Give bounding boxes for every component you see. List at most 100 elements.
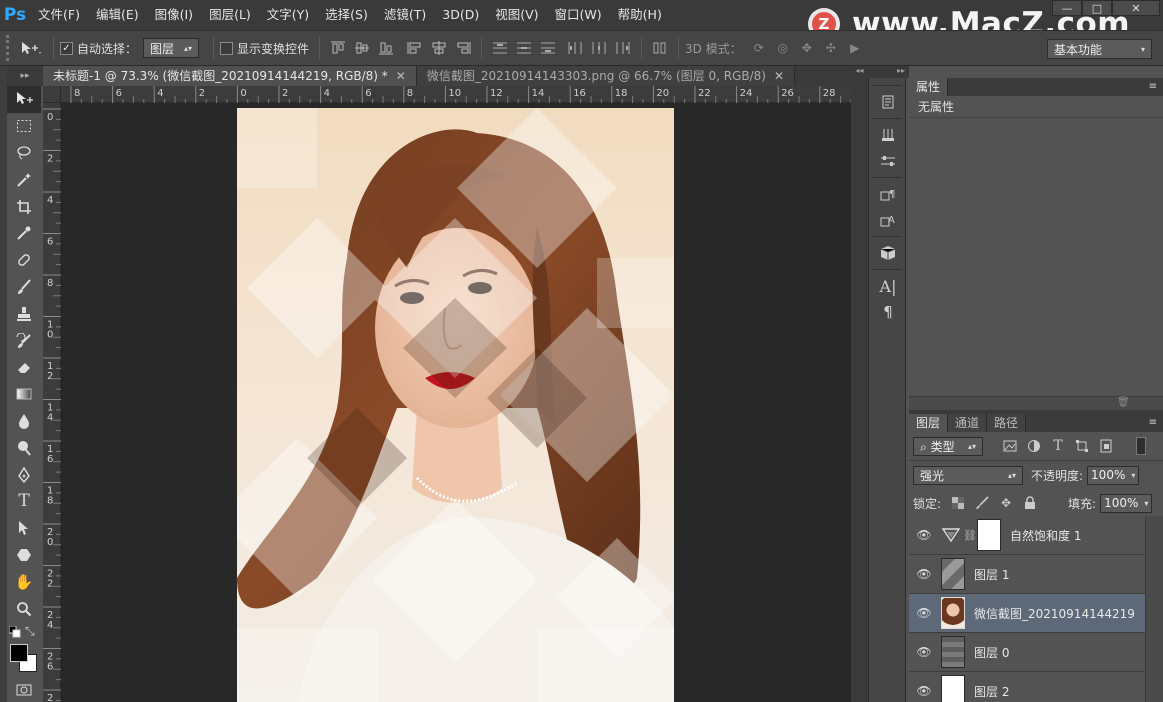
menu-3d[interactable]: 3D(D) (434, 0, 487, 30)
auto-select-checkbox[interactable]: ✓ (60, 41, 73, 55)
show-transform-checkbox[interactable] (220, 41, 234, 55)
minimize-button[interactable]: — (1052, 0, 1082, 16)
workspace-dropdown[interactable]: 基本功能 ▾ (1047, 39, 1152, 59)
auto-align-layers-icon[interactable] (651, 39, 669, 57)
filter-adjustment-layers-icon[interactable] (1025, 437, 1043, 455)
close-tab-icon[interactable]: ✕ (396, 69, 406, 83)
layer-row-layer-0[interactable]: 👁 图层 0 (909, 633, 1145, 672)
layer-mask-thumbnail[interactable] (977, 519, 1001, 551)
quick-mask-icon[interactable] (7, 680, 41, 700)
move-tool-icon[interactable] (7, 86, 41, 113)
menu-file[interactable]: 文件(F) (30, 0, 88, 30)
vertical-ruler[interactable]: 0246810121416182022242628 (43, 103, 61, 702)
trash-icon[interactable]: 🗑 (1117, 397, 1130, 408)
align-top-edges-icon[interactable] (329, 39, 347, 57)
tool-presets-icon[interactable] (869, 122, 907, 148)
expand-panels-icon[interactable]: ◂◂ (851, 66, 868, 78)
shape-tool-icon[interactable] (7, 542, 41, 569)
layer-row-wechat-screenshot[interactable]: 👁 微信截图_20210914144219 (909, 594, 1145, 633)
align-bottom-edges-icon[interactable] (377, 39, 395, 57)
lock-all-icon[interactable] (1021, 494, 1039, 512)
tab-properties[interactable]: 属性 (909, 78, 949, 96)
character-styles-icon[interactable]: A (869, 207, 907, 233)
menu-type[interactable]: 文字(Y) (259, 0, 317, 30)
canvas-area[interactable] (61, 103, 851, 702)
lasso-tool-icon[interactable] (7, 140, 41, 167)
menu-view[interactable]: 视图(V) (487, 0, 546, 30)
3d-rotate-icon[interactable]: ⟳ (750, 39, 768, 57)
tab-layers[interactable]: 图层 (909, 414, 949, 432)
filter-toggle-switch[interactable] (1136, 437, 1146, 455)
menu-window[interactable]: 窗口(W) (547, 0, 610, 30)
swap-colors-icon[interactable]: ⤡ (25, 624, 35, 639)
move-tool-preset-icon[interactable] (18, 39, 44, 57)
close-tab-icon[interactable]: ✕ (774, 69, 784, 83)
distribute-right-icon[interactable] (614, 39, 632, 57)
distribute-left-icon[interactable] (566, 39, 584, 57)
menu-image[interactable]: 图像(I) (147, 0, 201, 30)
3d-roll-icon[interactable]: ◎ (774, 39, 792, 57)
opacity-input[interactable]: 100% ▾ (1087, 465, 1140, 485)
brush-tool-icon[interactable] (7, 274, 41, 301)
ruler-origin[interactable] (43, 86, 61, 103)
align-right-edges-icon[interactable] (454, 39, 472, 57)
menu-filter[interactable]: 滤镜(T) (376, 0, 434, 30)
visibility-eye-icon[interactable]: 👁 (909, 606, 939, 620)
align-vertical-centers-icon[interactable] (353, 39, 371, 57)
eraser-tool-icon[interactable] (7, 354, 41, 381)
type-tool-icon[interactable]: T (7, 488, 41, 515)
collapse-panels-icon[interactable]: ▸▸ (868, 66, 909, 78)
dodge-tool-icon[interactable] (7, 434, 41, 461)
menu-edit[interactable]: 编辑(E) (88, 0, 147, 30)
path-selection-tool-icon[interactable] (7, 515, 41, 542)
marquee-tool-icon[interactable] (7, 113, 41, 140)
history-panel-icon[interactable] (869, 89, 907, 115)
blur-tool-icon[interactable] (7, 408, 41, 435)
filter-pixel-layers-icon[interactable] (1001, 437, 1019, 455)
adjustments-sliders-icon[interactable] (869, 148, 907, 174)
layer-row-layer-1[interactable]: 👁 图层 1 (909, 555, 1145, 594)
lock-position-icon[interactable]: ✥ (997, 494, 1015, 512)
healing-brush-tool-icon[interactable] (7, 247, 41, 274)
layers-scrollbar[interactable] (1145, 516, 1163, 702)
mask-link-icon[interactable]: ⛓ (963, 529, 977, 542)
maximize-button[interactable]: □ (1082, 0, 1112, 16)
character-panel-icon[interactable]: A| (869, 273, 907, 299)
visibility-eye-icon[interactable]: 👁 (909, 684, 939, 698)
distribute-top-icon[interactable] (491, 39, 509, 57)
blend-mode-dropdown[interactable]: 强光 ▴▾ (913, 465, 1023, 485)
lock-image-pixels-icon[interactable] (973, 494, 991, 512)
layer-filter-dropdown[interactable]: ⌕ 类型 ▴▾ (913, 436, 983, 456)
eyedropper-tool-icon[interactable] (7, 220, 41, 247)
document-tab-untitled[interactable]: 未标题-1 @ 73.3% (微信截图_20210914144219, RGB/… (43, 66, 417, 86)
align-left-edges-icon[interactable] (406, 39, 424, 57)
visibility-eye-icon[interactable]: 👁 (909, 528, 939, 542)
visibility-eye-icon[interactable]: 👁 (909, 567, 939, 581)
fill-input[interactable]: 100% ▾ (1100, 493, 1153, 513)
crop-tool-icon[interactable] (7, 193, 41, 220)
options-bar-grip[interactable] (6, 35, 15, 61)
distribute-horizontal-centers-icon[interactable] (590, 39, 608, 57)
document-tab-wechat-screenshot[interactable]: 微信截图_20210914143303.png @ 66.7% (图层 0, R… (416, 66, 796, 86)
foreground-color-swatch[interactable] (10, 643, 28, 662)
gradient-tool-icon[interactable] (7, 381, 41, 408)
magic-wand-tool-icon[interactable] (7, 166, 41, 193)
panel-menu-icon[interactable]: ≡ (1149, 414, 1163, 432)
auto-select-target-dropdown[interactable]: 图层 ▴▾ (143, 38, 200, 58)
filter-smart-objects-icon[interactable] (1097, 437, 1115, 455)
layer-row-layer-2[interactable]: 👁 图层 2 (909, 672, 1145, 702)
paragraph-panel-icon[interactable]: ¶ (869, 299, 907, 325)
clone-stamp-tool-icon[interactable] (7, 300, 41, 327)
default-colors-icon[interactable] (9, 625, 21, 638)
paragraph-styles-icon[interactable]: ¶ (869, 181, 907, 207)
close-window-button[interactable]: ✕ (1112, 0, 1160, 16)
3d-panel-icon[interactable] (869, 240, 907, 266)
filter-type-layers-icon[interactable]: T (1049, 437, 1067, 455)
zoom-tool-icon[interactable] (7, 595, 41, 622)
history-brush-tool-icon[interactable] (7, 327, 41, 354)
menu-help[interactable]: 帮助(H) (610, 0, 670, 30)
visibility-eye-icon[interactable]: 👁 (909, 645, 939, 659)
align-horizontal-centers-icon[interactable] (430, 39, 448, 57)
3d-slide-icon[interactable]: ✣ (822, 39, 840, 57)
tab-paths[interactable]: 路径 (987, 414, 1027, 432)
